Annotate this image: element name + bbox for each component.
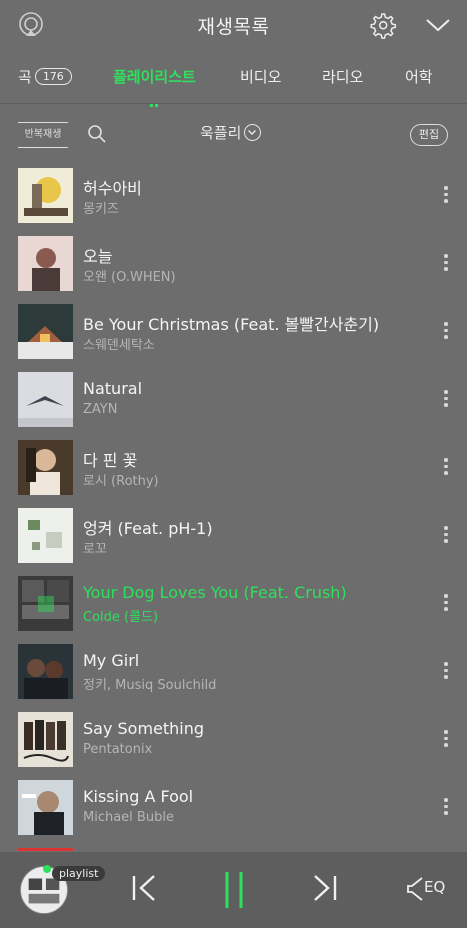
list-item[interactable]: Natural ZAYN [0,368,467,436]
tab-video[interactable]: 비디오 [240,66,281,87]
song-artist: 몽키즈 [83,202,119,217]
gear-icon[interactable] [367,10,397,40]
repeat-button[interactable]: 반복재생 [18,122,68,148]
song-artist: Michael Buble [83,810,174,825]
list-item[interactable]: 오늘 오왠 (O.WHEN) [0,232,467,300]
list-item[interactable]: My Girl 정키, Musiq Soulchild [0,640,467,708]
more-options-icon[interactable] [440,322,452,342]
tab-playlist[interactable]: 플레이리스트 [113,66,196,87]
song-title: 엉켜 (Feat. pH-1) [83,519,213,538]
list-item[interactable]: 다 핀 꽃 로시 (Rothy) [0,436,467,504]
previous-icon[interactable] [130,872,160,904]
list-item[interactable]: Be Your Christmas (Feat. 볼빨간사춘기) 스웨덴세탁소 [0,300,467,368]
song-artist: 오왠 (O.WHEN) [83,270,176,285]
playlist-name: 욱플리 [200,124,242,142]
active-tab-indicator [150,92,162,107]
more-options-icon[interactable] [440,254,452,274]
album-art [18,236,73,291]
more-options-icon[interactable] [440,798,452,818]
song-title: Be Your Christmas (Feat. 볼빨간사춘기) [83,315,380,334]
more-options-icon[interactable] [440,662,452,682]
tab-label: 플레이리스트 [113,68,196,86]
album-art [18,644,73,699]
album-art [18,168,73,223]
header: 재생목록 [0,0,467,52]
song-artist: 스웨덴세탁소 [83,338,155,353]
pause-icon[interactable] [219,870,249,910]
song-artist: ZAYN [83,402,118,417]
tab-radio[interactable]: 라디오 [322,66,363,87]
album-art [18,508,73,563]
album-art [18,372,73,427]
song-title: 오늘 [83,247,113,266]
playing-indicator [43,865,51,873]
chevron-down-icon [244,124,262,141]
list-item[interactable]: Your Dog Loves You (Feat. Crush) Colde (… [0,572,467,640]
eq-button[interactable]: EQ [424,878,445,896]
more-options-icon[interactable] [440,730,452,750]
song-title: Kissing A Fool [83,787,194,806]
song-count-badge: 176 [34,68,72,85]
album-art [18,304,73,359]
more-options-icon[interactable] [440,526,452,546]
song-artist: 정키, Musiq Soulchild [83,678,217,693]
playlist-selector[interactable]: 욱플리 [200,122,262,143]
playlist-chip: playlist [52,866,106,881]
album-art [18,780,73,835]
tab-label: 곡 [18,68,32,86]
more-options-icon[interactable] [440,186,452,206]
more-options-icon[interactable] [440,390,452,410]
chevron-down-icon[interactable] [423,10,453,40]
more-options-icon[interactable] [440,458,452,478]
song-artist: Colde (콜드) [83,610,159,625]
song-title: 다 핀 꽃 [83,451,138,470]
more-options-icon[interactable] [440,594,452,614]
next-icon[interactable] [309,872,339,904]
list-item[interactable]: Say Something Pentatonix [0,708,467,776]
tab-language[interactable]: 어학 [405,66,433,87]
song-title: Say Something [83,719,205,738]
speaker-icon[interactable] [406,876,424,902]
mini-player: playlist EQ [0,852,467,928]
search-icon[interactable] [87,124,107,144]
edit-button[interactable]: 편집 [410,124,448,146]
song-title: My Girl [83,651,140,670]
song-title: Natural [83,379,143,398]
song-artist: 로꼬 [83,542,107,557]
song-artist: 로시 (Rothy) [83,474,159,489]
album-art [18,440,73,495]
partial-list-item [18,848,73,851]
playlist-toolbar: 반복재생 욱플리 편집 [0,112,467,156]
tab-label: 어학 [405,68,433,86]
tab-songs[interactable]: 곡 176 [18,66,72,87]
list-item[interactable]: Kissing A Fool Michael Buble [0,776,467,844]
tab-label: 라디오 [322,68,364,86]
album-art [18,576,73,631]
album-art [18,712,73,767]
tab-bar: 곡 176 플레이리스트 비디오 라디오 어학 [0,58,467,107]
list-item[interactable]: 엉켜 (Feat. pH-1) 로꼬 [0,504,467,572]
tab-label: 비디오 [240,68,282,86]
song-artist: Pentatonix [83,742,153,757]
song-title: Your Dog Loves You (Feat. Crush) [83,583,347,602]
song-title: 허수아비 [83,179,142,198]
list-item[interactable]: 허수아비 몽키즈 [0,164,467,232]
